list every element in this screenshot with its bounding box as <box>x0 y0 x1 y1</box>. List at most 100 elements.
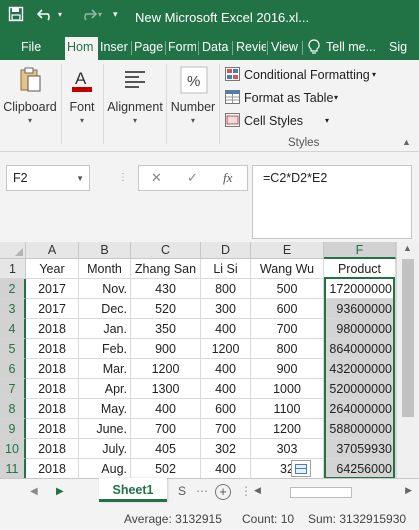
vertical-scrollbar[interactable]: ▲ <box>396 242 419 478</box>
table-cell-c[interactable]: 350 <box>131 319 201 339</box>
table-cell-d[interactable]: 400 <box>201 379 251 399</box>
tab-view[interactable]: View <box>271 40 301 54</box>
next-sheet-icon[interactable]: ▶ <box>56 486 64 497</box>
quick-analysis-button[interactable] <box>291 460 311 477</box>
tab-file[interactable]: File <box>21 40 41 54</box>
table-cell-e[interactable]: 600 <box>251 299 324 319</box>
header-cell-c[interactable]: Zhang San <box>131 259 201 279</box>
hscroll-thumb[interactable] <box>290 487 352 498</box>
row-header[interactable]: 11 <box>0 459 26 478</box>
sheet-tab-more[interactable]: S <box>178 484 186 498</box>
table-cell-e[interactable]: 800 <box>251 339 324 359</box>
worksheet-grid[interactable]: A B C D E F 1 Year Month Zhang San Li Si Wang… <box>0 242 419 478</box>
header-cell-a[interactable]: Year <box>26 259 79 279</box>
table-cell-d[interactable]: 800 <box>201 279 251 299</box>
save-icon[interactable] <box>8 6 24 25</box>
table-cell-e[interactable]: 32 <box>251 459 324 478</box>
scroll-up-icon[interactable]: ▲ <box>403 243 412 253</box>
table-cell-c[interactable]: 405 <box>131 439 201 459</box>
table-cell-a[interactable]: 2018 <box>26 379 79 399</box>
redo-icon[interactable] <box>77 6 98 25</box>
tab-home[interactable]: Hom <box>65 37 98 60</box>
horizontal-scrollbar[interactable]: ◀ ▶ <box>254 485 412 500</box>
table-cell-c[interactable]: 1300 <box>131 379 201 399</box>
table-cell-d[interactable]: 1200 <box>201 339 251 359</box>
sheet-tab-sheet1[interactable]: Sheet1 <box>99 478 167 502</box>
select-all-button[interactable] <box>0 242 26 259</box>
table-cell-f[interactable]: 64256000 <box>324 459 396 478</box>
table-cell-e[interactable]: 900 <box>251 359 324 379</box>
lightbulb-icon[interactable] <box>308 39 320 58</box>
table-cell-e[interactable]: 303 <box>251 439 324 459</box>
row-header[interactable]: 8 <box>0 399 26 419</box>
table-cell-d[interactable]: 400 <box>201 459 251 478</box>
row-header[interactable]: 4 <box>0 319 26 339</box>
cancel-icon[interactable]: ✕ <box>151 170 162 186</box>
tab-data[interactable]: Data <box>202 40 232 54</box>
table-cell-a[interactable]: 2018 <box>26 439 79 459</box>
tab-page-layout[interactable]: Page <box>134 40 164 54</box>
table-cell-a[interactable]: 2018 <box>26 459 79 478</box>
table-cell-d[interactable]: 400 <box>201 359 251 379</box>
column-header-c[interactable]: C <box>131 242 201 259</box>
add-sheet-button[interactable]: + <box>215 484 231 500</box>
insert-function-icon[interactable]: fx <box>223 170 232 186</box>
row-header[interactable]: 5 <box>0 339 26 359</box>
clipboard-group[interactable]: Clipboard ▾ <box>0 60 60 140</box>
table-cell-f[interactable]: 264000000 <box>324 399 396 419</box>
column-header-e[interactable]: E <box>251 242 324 259</box>
header-cell-e[interactable]: Wang Wu <box>251 259 324 279</box>
table-cell-e[interactable]: 500 <box>251 279 324 299</box>
column-header-b[interactable]: B <box>79 242 131 259</box>
table-cell-e[interactable]: 1200 <box>251 419 324 439</box>
formula-bar-grip-icon[interactable]: ⋮ <box>118 172 128 183</box>
scroll-right-icon[interactable]: ▶ <box>405 485 412 496</box>
table-cell-b[interactable]: Dec. <box>79 299 131 319</box>
number-group[interactable]: % Number ▾ <box>168 60 218 140</box>
table-cell-c[interactable]: 430 <box>131 279 201 299</box>
table-cell-b[interactable]: June. <box>79 419 131 439</box>
table-cell-b[interactable]: Nov. <box>79 279 131 299</box>
table-cell-d[interactable]: 700 <box>201 419 251 439</box>
table-cell-a[interactable]: 2018 <box>26 319 79 339</box>
sheet-overflow-icon[interactable]: ⋯ <box>196 484 208 498</box>
table-cell-f[interactable]: 864000000 <box>324 339 396 359</box>
scroll-thumb[interactable] <box>402 259 414 417</box>
column-header-a[interactable]: A <box>26 242 79 259</box>
customize-toolbar-icon[interactable]: ▾ <box>113 9 118 20</box>
chevron-down-icon[interactable]: ▼ <box>76 174 84 183</box>
table-cell-f[interactable]: 98000000 <box>324 319 396 339</box>
table-cell-c[interactable]: 400 <box>131 399 201 419</box>
table-cell-a[interactable]: 2018 <box>26 399 79 419</box>
name-box[interactable]: F2 ▼ <box>6 165 90 191</box>
table-cell-a[interactable]: 2017 <box>26 299 79 319</box>
table-cell-f[interactable]: 520000000 <box>324 379 396 399</box>
tab-review[interactable]: Revie <box>236 40 266 54</box>
tab-insert[interactable]: Inser <box>100 40 130 54</box>
tab-sign-in[interactable]: Sig <box>389 40 417 54</box>
prev-sheet-icon[interactable]: ◀ <box>30 486 38 497</box>
scroll-left-icon[interactable]: ◀ <box>254 485 261 496</box>
redo-dropdown-icon[interactable]: ▾ <box>98 10 102 19</box>
tab-formulas[interactable]: Form <box>168 40 196 54</box>
alignment-group[interactable]: Alignment ▾ <box>105 60 165 140</box>
column-header-d[interactable]: D <box>201 242 251 259</box>
table-cell-c[interactable]: 700 <box>131 419 201 439</box>
table-cell-b[interactable]: Feb. <box>79 339 131 359</box>
header-cell-d[interactable]: Li Si <box>201 259 251 279</box>
chevron-up-icon[interactable]: ▲ <box>402 137 411 147</box>
table-cell-a[interactable]: 2018 <box>26 339 79 359</box>
table-cell-c[interactable]: 900 <box>131 339 201 359</box>
hscroll-grip-icon[interactable]: ⋮ <box>240 484 252 498</box>
table-cell-c[interactable]: 520 <box>131 299 201 319</box>
table-cell-d[interactable]: 600 <box>201 399 251 419</box>
table-cell-b[interactable]: Mar. <box>79 359 131 379</box>
table-cell-e[interactable]: 1000 <box>251 379 324 399</box>
table-cell-f[interactable]: 93600000 <box>324 299 396 319</box>
table-cell-d[interactable]: 300 <box>201 299 251 319</box>
row-header-1[interactable]: 1 <box>0 259 26 279</box>
row-header[interactable]: 7 <box>0 379 26 399</box>
formula-input[interactable]: =C2*D2*E2 <box>252 165 412 239</box>
table-cell-b[interactable]: Apr. <box>79 379 131 399</box>
table-cell-b[interactable]: July. <box>79 439 131 459</box>
